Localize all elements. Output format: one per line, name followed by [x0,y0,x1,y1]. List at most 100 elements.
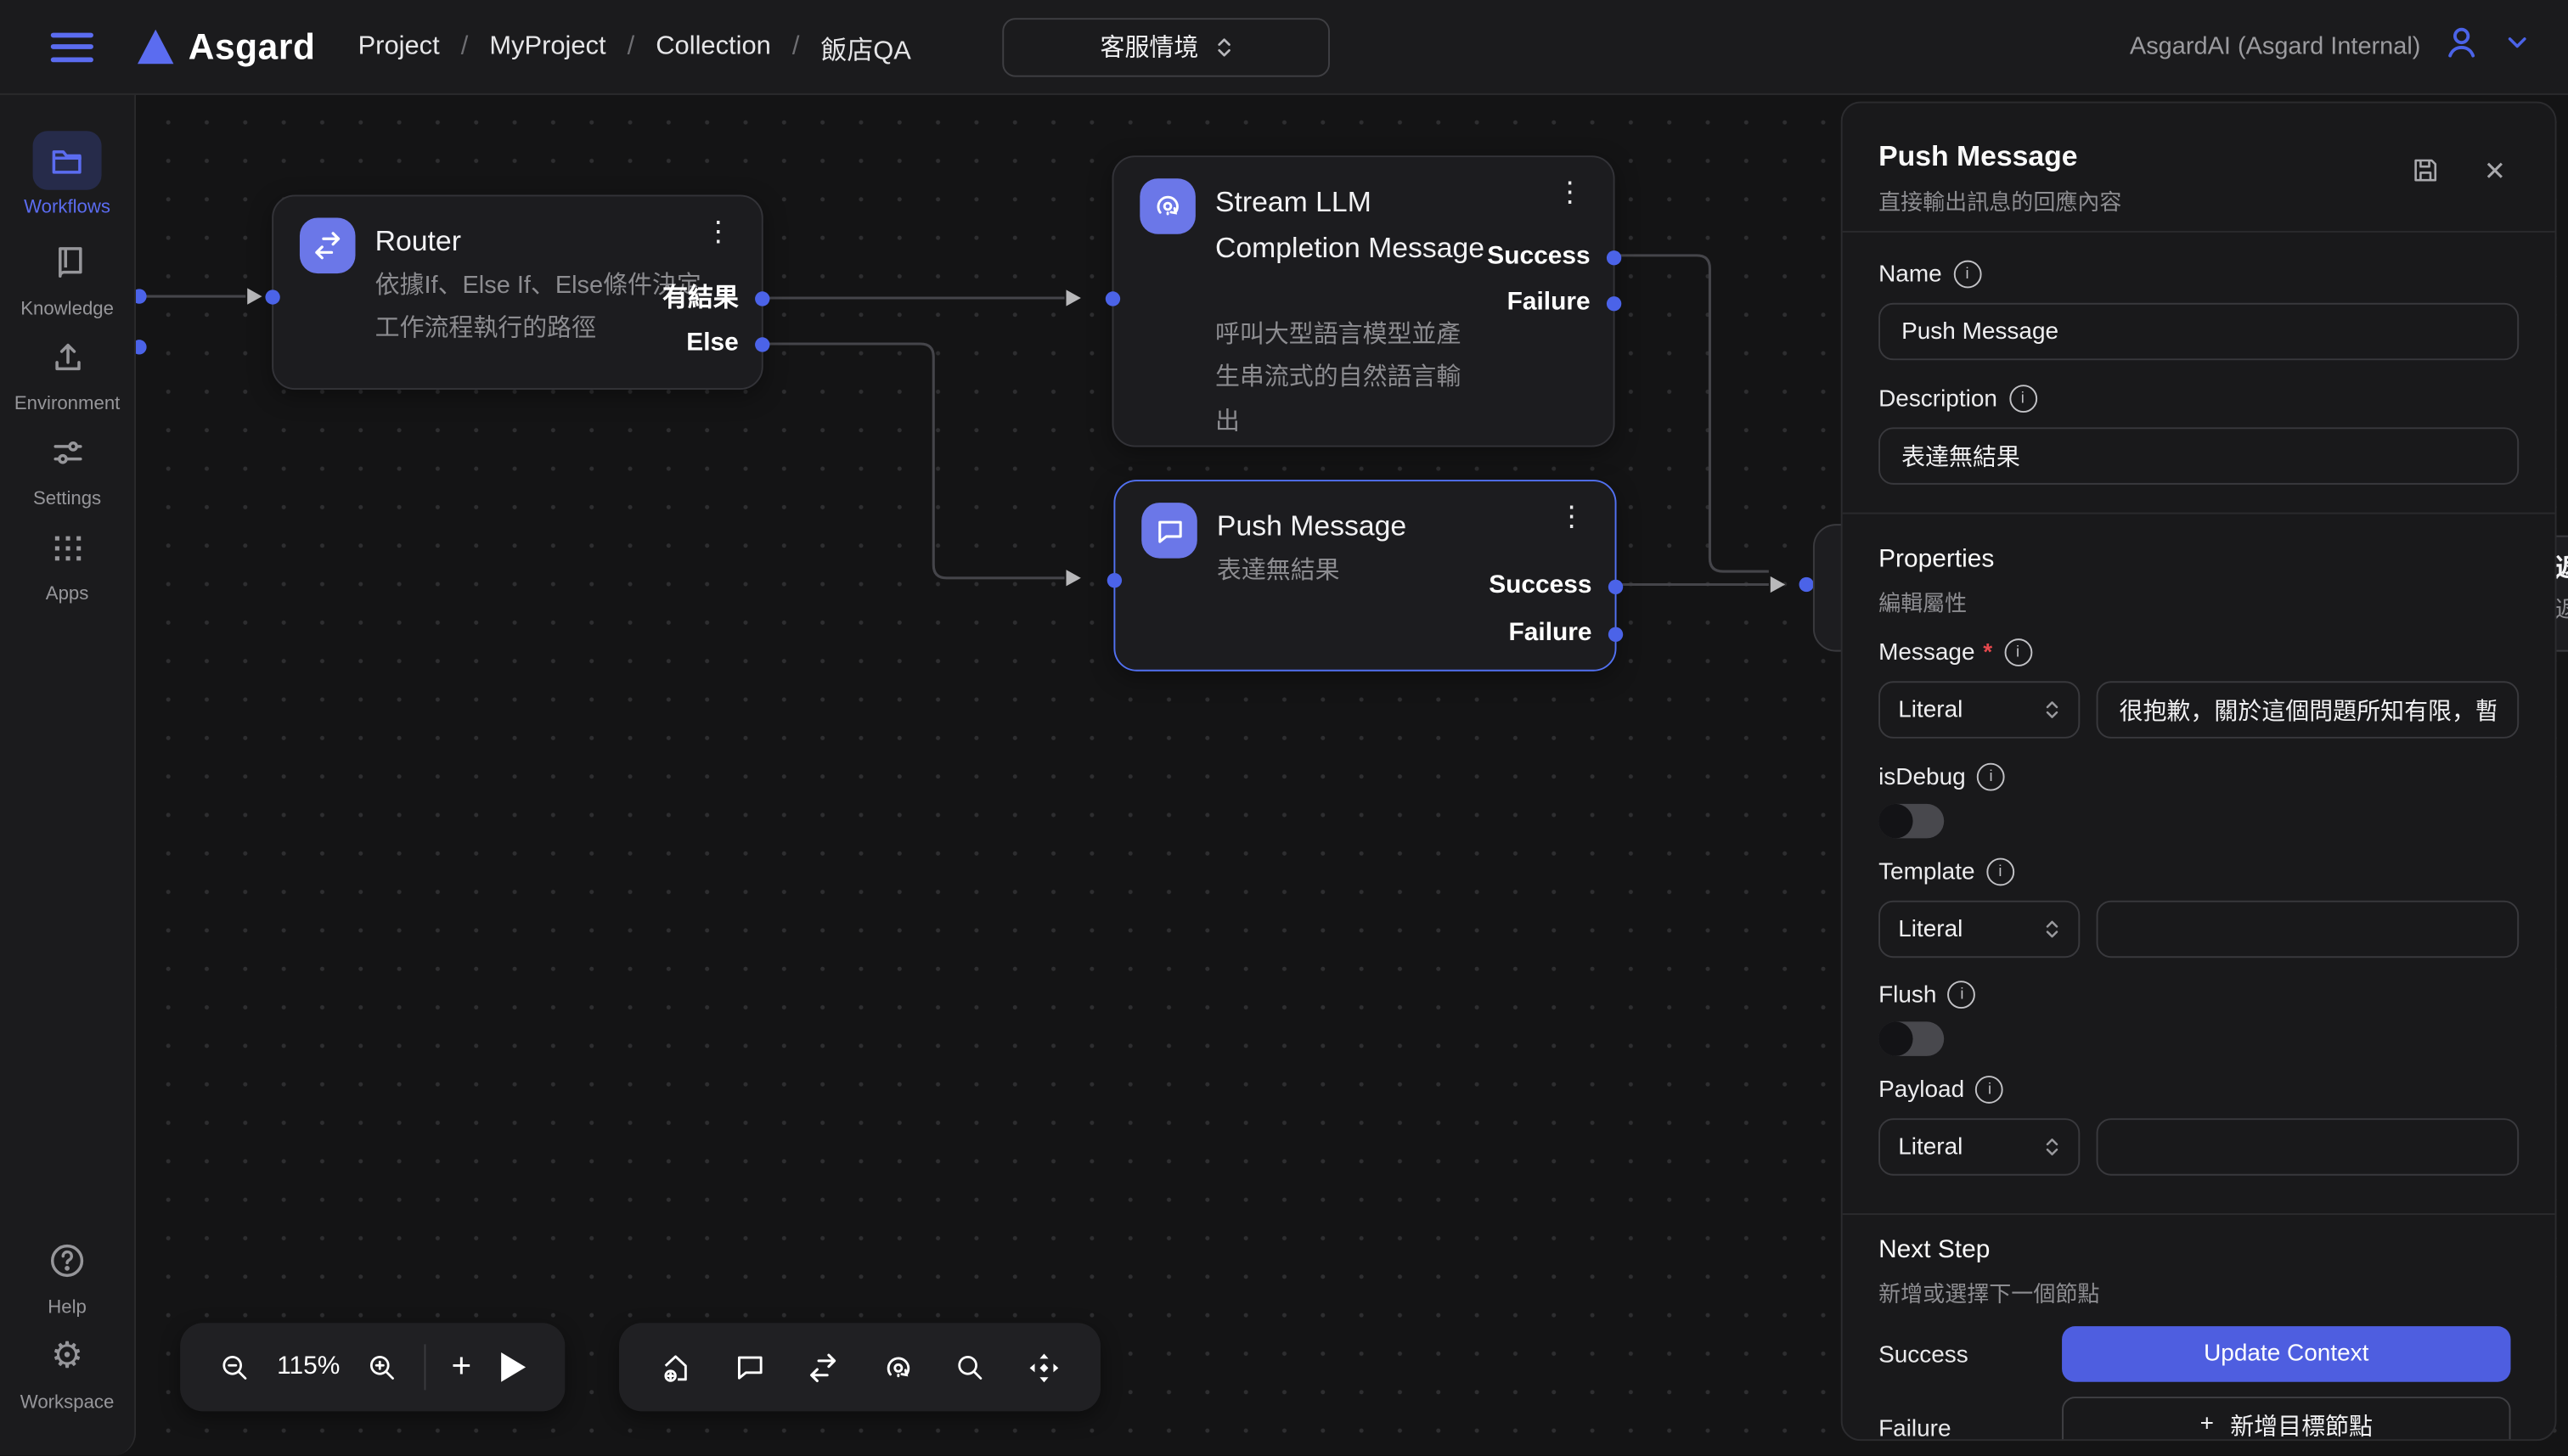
add-target-node-button[interactable]: + 新增目標節點 [2062,1397,2510,1441]
router-node-icon[interactable] [806,1350,841,1385]
output-handle[interactable] [1608,627,1623,642]
sidebar-item-workspace[interactable]: ⚙ Workspace [0,1326,134,1413]
asgard-logo-icon [138,30,173,64]
template-value-input[interactable] [2097,901,2520,958]
run-play-icon[interactable] [498,1352,526,1382]
toolbar-divider [424,1344,425,1390]
info-icon[interactable]: i [2008,385,2036,413]
info-icon[interactable]: i [1948,981,1976,1009]
workflow-editor-app: Router 依據If、Else If、Else條件決定工作流程執行的路徑 ⋮ … [0,0,2568,1455]
sidebar-item-workflows[interactable]: Workflows [0,131,134,217]
folder-icon [33,131,102,189]
node-description: 依據If、Else If、Else條件決定工作流程執行的路徑 [375,265,703,351]
fit-view-icon[interactable] [1026,1350,1060,1385]
properties-section-title: Properties [1878,545,2519,575]
input-handle[interactable] [1107,573,1122,587]
output-label: Failure [1509,619,1592,649]
output-label: Failure [1507,288,1591,318]
breadcrumb-separator: / [461,32,469,62]
chevron-updown-icon [2044,1136,2060,1157]
sidebar-item-knowledge[interactable]: Knowledge [0,233,134,319]
sidebar-item-environment[interactable]: Environment [0,328,134,414]
output-handle[interactable] [755,291,769,306]
node-title: 返 [2555,548,2568,584]
info-icon[interactable]: i [1953,261,1981,289]
flush-toggle[interactable] [1878,1021,1944,1055]
next-step-section-subtitle: 新增或選擇下一個節點 [1878,1275,2519,1308]
isdebug-toggle[interactable] [1878,804,1944,839]
sidebar-item-settings[interactable]: Settings [0,423,134,509]
add-home-node-icon[interactable] [659,1350,694,1385]
breadcrumb: Project / MyProject / Collection / 飯店QA [358,27,911,66]
save-icon[interactable] [2411,155,2441,193]
output-handle[interactable] [755,337,769,351]
sidebar-item-label: Knowledge [20,300,114,319]
hamburger-menu-icon[interactable] [51,32,93,62]
output-label: 有結果 [662,278,739,314]
sidebar-item-label: Environment [14,395,121,414]
flush-field-label: Flushi [1878,981,1976,1009]
node-title: Stream LLM Completion Message [1215,178,1485,270]
select-value: Literal [1898,916,1963,942]
output-handle[interactable] [1607,296,1621,311]
kebab-menu-icon[interactable]: ⋮ [1556,177,1584,210]
message-type-select[interactable]: Literal [1878,681,2080,738]
search-icon[interactable] [955,1352,987,1383]
info-icon[interactable]: i [1976,1076,2004,1104]
kebab-menu-icon[interactable]: ⋮ [1557,501,1585,534]
llm-node-icon[interactable] [881,1350,915,1385]
info-icon[interactable]: i [2004,638,2032,666]
book-icon [33,233,102,291]
breadcrumb-project[interactable]: Project [358,32,440,62]
user-icon[interactable] [2441,23,2481,70]
brand-name: Asgard [189,25,316,68]
breadcrumb-separator: / [628,32,635,62]
sidebar-item-label: Workflows [24,198,110,217]
breadcrumb-separator: / [792,32,800,62]
sidebar-item-label: Apps [46,584,89,604]
help-icon [33,1231,102,1290]
message-value-input[interactable] [2097,681,2520,738]
node-push-message[interactable]: Push Message 表達無結果 ⋮ Success Failure [1113,480,1616,672]
template-type-select[interactable]: Literal [1878,901,2080,958]
zoom-toolbar: 115% + [180,1323,565,1411]
select-value: Literal [1898,697,1963,723]
add-icon[interactable]: + [452,1347,472,1386]
sidebar-item-apps[interactable]: Apps [0,517,134,604]
environment-selector[interactable]: 客服情境 [1003,17,1331,76]
sidebar: Workflows Knowledge Environment Settings… [0,93,136,1456]
chevron-down-icon[interactable] [2503,28,2532,65]
kebab-menu-icon[interactable]: ⋮ [704,216,732,250]
info-icon[interactable]: i [1986,858,2014,886]
update-context-button[interactable]: Update Context [2062,1326,2510,1382]
output-handle[interactable] [1608,580,1623,594]
payload-type-select[interactable]: Literal [1878,1118,2080,1175]
breadcrumb-myproject[interactable]: MyProject [489,32,605,62]
node-router[interactable]: Router 依據If、Else If、Else條件決定工作流程執行的路徑 ⋮ … [272,194,763,389]
input-handle[interactable] [1106,291,1120,306]
environment-selector-value: 客服情境 [1101,30,1199,64]
chevron-updown-icon [2044,699,2060,720]
node-description: 呼叫大型語言模型並產生串流式的自然語言輸出 [1215,314,1469,443]
account-name: AsgardAI (Asgard Internal) [2130,33,2421,61]
properties-section-subtitle: 編輯屬性 [1878,584,2519,617]
payload-value-input[interactable] [2097,1118,2520,1175]
sidebar-item-label: Help [48,1298,87,1318]
zoom-in-icon[interactable] [366,1352,397,1383]
breadcrumb-workflow[interactable]: 飯店QA [821,27,911,66]
upload-icon [33,328,102,386]
info-icon[interactable]: i [1977,763,2005,791]
breadcrumb-collection[interactable]: Collection [656,32,771,62]
sidebar-item-help[interactable]: Help [0,1231,134,1318]
gear-icon: ⚙ [33,1326,102,1385]
output-handle[interactable] [1607,250,1621,265]
description-input[interactable] [1878,427,2519,484]
node-description: 返 [2555,593,2568,626]
close-icon[interactable]: ✕ [2484,155,2506,188]
message-node-icon[interactable] [734,1351,767,1384]
name-input[interactable] [1878,303,2519,360]
zoom-out-icon[interactable] [220,1352,251,1383]
input-handle[interactable] [265,290,279,304]
node-stream-llm[interactable]: Stream LLM Completion Message 呼叫大型語言模型並產… [1112,155,1614,447]
failure-row-label: Failure [1878,1416,1951,1441]
